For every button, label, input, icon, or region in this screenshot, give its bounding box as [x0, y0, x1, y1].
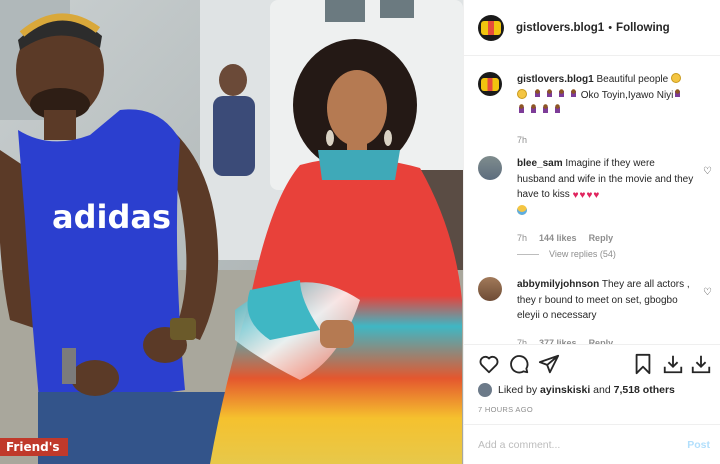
- liked-by-user[interactable]: ayinskiski: [540, 384, 590, 396]
- dancer-icon: [556, 88, 566, 99]
- likes-count[interactable]: 7,518 others: [614, 384, 675, 396]
- download-icon[interactable]: [690, 353, 712, 375]
- caption-username[interactable]: gistlovers.blog1: [517, 74, 594, 85]
- comment-item: abbymilyjohnson They are all actors , th…: [478, 277, 712, 344]
- watermark-label: Friend's: [0, 438, 68, 456]
- liked-by-prefix: Liked by: [498, 384, 538, 396]
- blog-logo-icon: [481, 77, 499, 91]
- following-button[interactable]: Following: [616, 22, 670, 34]
- dancer-icon: [673, 88, 683, 99]
- heart-emoji-icon: ♥: [593, 190, 600, 201]
- dancer-icon: [541, 104, 550, 114]
- like-comment-heart-icon[interactable]: ♡: [703, 287, 712, 298]
- heart-emoji-icon: ♥: [572, 190, 579, 201]
- reply-button[interactable]: Reply: [589, 231, 614, 247]
- add-comment-bar: Add a comment... Post: [464, 424, 720, 464]
- avatar[interactable]: [478, 277, 502, 301]
- dancer-icon: [517, 104, 526, 114]
- avatar[interactable]: [478, 383, 492, 397]
- dancer-icon: [529, 104, 538, 114]
- grinning-face-icon: [670, 73, 681, 83]
- action-icons-bar: [478, 353, 712, 375]
- avatar[interactable]: [478, 72, 502, 96]
- post-button[interactable]: Post: [687, 439, 710, 451]
- comment-likes[interactable]: 144 likes: [539, 231, 577, 247]
- dancer-icon: [568, 88, 578, 99]
- caption: gistlovers.blog1 Beautiful people Oko To…: [478, 72, 712, 148]
- shirt-logo-text: adidas: [52, 198, 171, 236]
- dancer-icon: [553, 104, 562, 114]
- post-timestamp: 7 HOURS AGO: [478, 405, 533, 414]
- separator-dot: •: [608, 21, 613, 34]
- view-replies-label: View replies (54): [549, 249, 616, 259]
- post-photo-illustration: adidas: [0, 0, 463, 464]
- heart-emoji-icon: ♥: [586, 190, 593, 201]
- heart-icon[interactable]: [478, 353, 500, 375]
- share-icon[interactable]: [538, 353, 560, 375]
- comment-item: blee_sam Imagine if they were husband an…: [478, 156, 712, 247]
- avatar[interactable]: [478, 156, 502, 180]
- avatar[interactable]: [478, 14, 504, 41]
- comments-list[interactable]: gistlovers.blog1 Beautiful people Oko To…: [464, 57, 720, 344]
- comment-input[interactable]: Add a comment...: [478, 439, 560, 451]
- dancer-icon: [532, 88, 542, 99]
- caption-names: Oko Toyin,Iyawo Niyi: [580, 89, 674, 101]
- download-icon[interactable]: [662, 353, 684, 375]
- header-username[interactable]: gistlovers.blog1: [516, 22, 604, 34]
- likes-summary: Liked by ayinskiski and 7,518 others: [478, 383, 675, 397]
- post-header: gistlovers.blog1 • Following: [464, 0, 720, 56]
- comment-likes[interactable]: 377 likes: [539, 336, 577, 345]
- grinning-face-icon: [517, 88, 527, 99]
- liked-by-and: and: [593, 384, 611, 396]
- post-image[interactable]: adidas Friend's: [0, 0, 463, 464]
- comment-username[interactable]: blee_sam: [517, 158, 563, 169]
- heart-emoji-icon: ♥: [579, 190, 586, 201]
- bookmark-icon[interactable]: [632, 353, 654, 375]
- comment-body: blee_sam Imagine if they were husband an…: [517, 156, 695, 247]
- comment-username[interactable]: abbymilyjohnson: [517, 279, 599, 290]
- caption-body: gistlovers.blog1 Beautiful people Oko To…: [517, 72, 695, 148]
- caption-time: 7h: [517, 134, 528, 145]
- replies-divider: [517, 253, 539, 255]
- reply-button[interactable]: Reply: [589, 336, 614, 345]
- comment-time: 7h: [517, 233, 528, 243]
- caption-text: Beautiful people: [596, 74, 669, 85]
- dancer-icon: [544, 88, 554, 99]
- comment-icon[interactable]: [508, 353, 530, 375]
- blog-logo-icon: [481, 20, 501, 35]
- crying-face-icon: [517, 204, 527, 215]
- view-replies-button[interactable]: View replies (54): [517, 249, 616, 259]
- like-comment-heart-icon[interactable]: ♡: [703, 166, 712, 177]
- comment-body: abbymilyjohnson They are all actors , th…: [517, 277, 695, 344]
- post-side-panel: gistlovers.blog1 • Following gistlovers.…: [463, 0, 720, 464]
- comment-time: 7h: [517, 337, 528, 345]
